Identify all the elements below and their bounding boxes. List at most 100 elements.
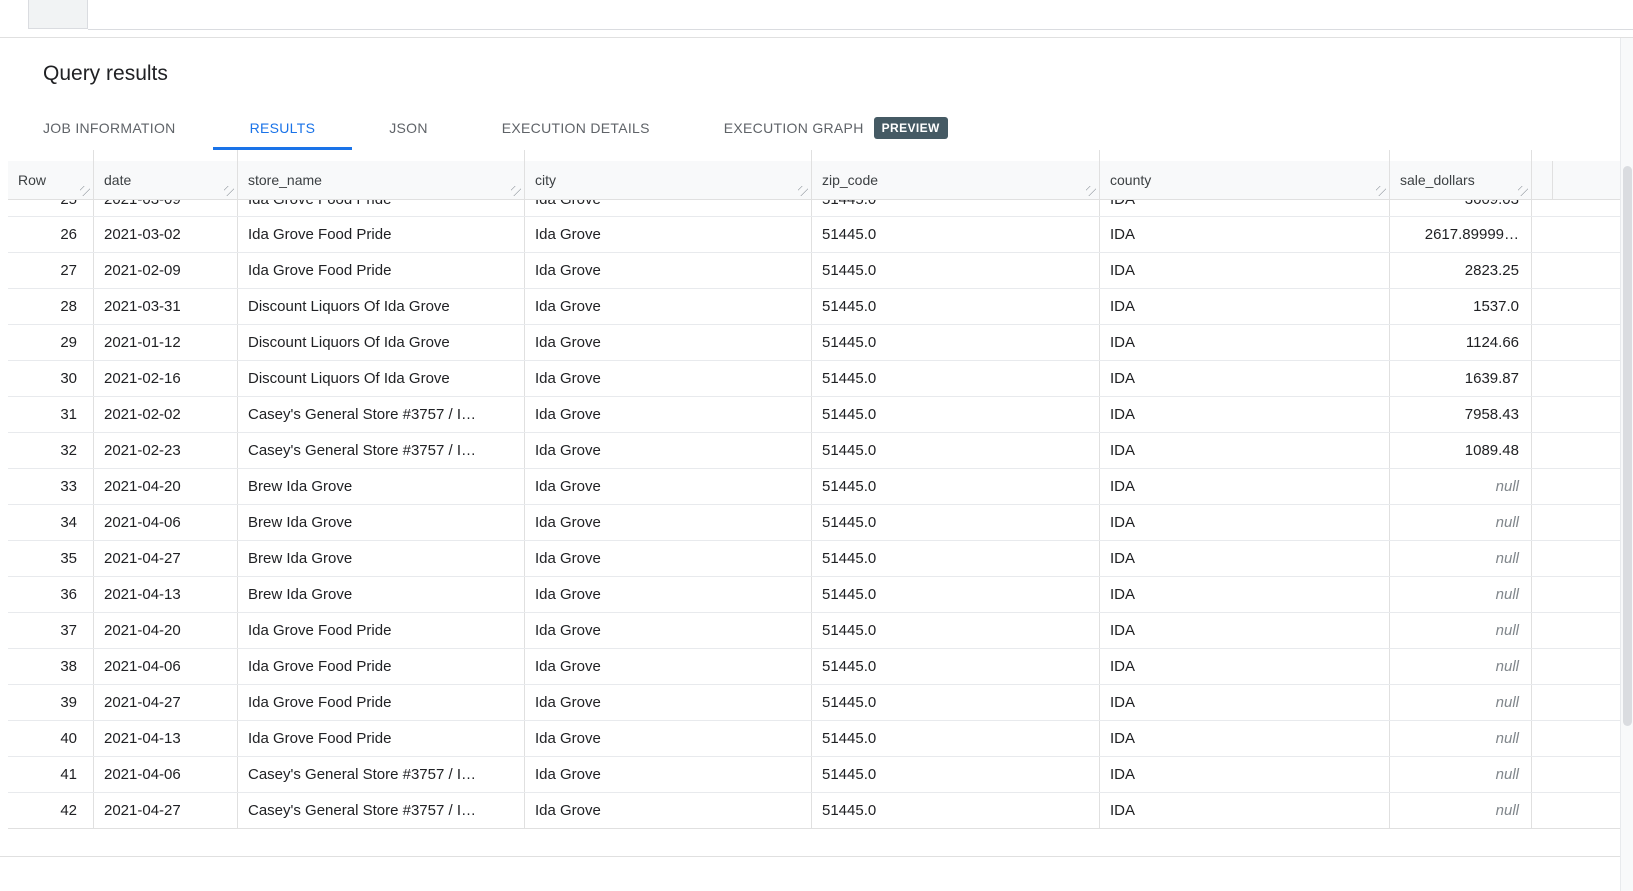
cell-date: 2021-04-27 xyxy=(94,793,238,828)
cell-date: 2021-04-13 xyxy=(94,721,238,756)
cell-row: 25 xyxy=(8,150,94,161)
editor-scrollbar-thumb[interactable] xyxy=(28,0,88,29)
cell-city: Ida Grove xyxy=(525,397,812,432)
cell-zip_code: 51445.0 xyxy=(812,685,1100,720)
cell-date: 2021-04-06 xyxy=(94,649,238,684)
table-header: Rowdatestore_namecityzip_codecountysale_… xyxy=(8,161,1633,200)
column-resize-handle-icon[interactable] xyxy=(1518,186,1528,196)
cell-date: 2021-03-31 xyxy=(94,289,238,324)
cell-row: 31 xyxy=(8,397,94,432)
cell-row: 28 xyxy=(8,289,94,324)
cell-sale_dollars: 1089.48 xyxy=(1390,433,1532,468)
column-resize-handle-icon[interactable] xyxy=(224,186,234,196)
tab-execution-details[interactable]: EXECUTION DETAILS xyxy=(465,108,687,150)
cell-city: Ida Grove xyxy=(525,469,812,504)
tab-results[interactable]: RESULTS xyxy=(213,108,353,150)
query-results-panel: Query results JOB INFORMATIONRESULTSJSON… xyxy=(0,38,1633,829)
table-row: 422021-04-27Casey's General Store #3757 … xyxy=(8,793,1633,829)
column-header-label: county xyxy=(1110,172,1151,188)
cell-date: 2021-04-06 xyxy=(94,757,238,792)
cell-county: IDA xyxy=(1100,325,1390,360)
column-header-label: zip_code xyxy=(822,172,878,188)
table-row: 252021-03-09Ida Grove Food PrideIda Grov… xyxy=(8,150,1633,161)
column-resize-handle-icon[interactable] xyxy=(80,186,90,196)
cell-zip_code: 51445.0 xyxy=(812,721,1100,756)
column-resize-handle-icon[interactable] xyxy=(1086,186,1096,196)
cell-county: IDA xyxy=(1100,721,1390,756)
results-table: 252021-03-09 Ida Grove Food Pride Ida Grov… xyxy=(8,150,1633,829)
cell-store_name: Discount Liquors Of Ida Grove xyxy=(238,325,525,360)
cell-county: IDA xyxy=(1100,757,1390,792)
tab-execution-graph[interactable]: EXECUTION GRAPHPREVIEW xyxy=(687,108,985,150)
cell-county: IDA xyxy=(1100,685,1390,720)
column-header-zip_code: zip_code xyxy=(812,161,1100,199)
column-header-stub xyxy=(1532,161,1553,199)
cell-sale_dollars: null xyxy=(1390,793,1532,828)
cell-row: 42 xyxy=(8,793,94,828)
cell-date: 2021-04-27 xyxy=(94,685,238,720)
cell-zip_code: 51445.0 xyxy=(812,361,1100,396)
table-row: 342021-04-06Brew Ida GroveIda Grove51445… xyxy=(8,505,1633,541)
cell-city: Ida Grove xyxy=(525,361,812,396)
cell-date: 2021-02-16 xyxy=(94,361,238,396)
cell-county: IDA xyxy=(1100,397,1390,432)
cell-city: Ida Grove xyxy=(525,289,812,324)
table-row: 382021-04-06Ida Grove Food PrideIda Grov… xyxy=(8,649,1633,685)
column-resize-handle-icon[interactable] xyxy=(511,186,521,196)
column-header-date: date xyxy=(94,161,238,199)
column-resize-handle-icon[interactable] xyxy=(798,186,808,196)
table-row: 312021-02-02Casey's General Store #3757 … xyxy=(8,397,1633,433)
cell-city: Ida Grove xyxy=(525,253,812,288)
cell-zip_code: 51445.0 xyxy=(812,433,1100,468)
column-resize-handle-icon[interactable] xyxy=(1376,186,1386,196)
table-body: 262021-03-02Ida Grove Food PrideIda Grov… xyxy=(8,217,1633,829)
cell-row: 26 xyxy=(8,217,94,252)
cell-store_name: Brew Ida Grove xyxy=(238,577,525,612)
cell-store_name: Ida Grove Food Pride xyxy=(238,200,525,217)
cell-city: Ida Grove xyxy=(525,541,812,576)
tab-json[interactable]: JSON xyxy=(352,108,465,150)
cell-store_name: Casey's General Store #3757 / I… xyxy=(238,397,525,432)
cell-zip_code: 51445.0 xyxy=(812,217,1100,252)
cell-zip_code: 51445.0 xyxy=(812,253,1100,288)
cell-row: 34 xyxy=(8,505,94,540)
scrollbar-thumb[interactable] xyxy=(1623,166,1632,726)
cell-store_name: Ida Grove Food Pride xyxy=(238,685,525,720)
cell-store_name: Brew Ida Grove xyxy=(238,541,525,576)
table-row: 392021-04-27Ida Grove Food PrideIda Grov… xyxy=(8,685,1633,721)
cell-county: IDA xyxy=(1100,289,1390,324)
cell-sale_dollars: 3609.03 xyxy=(1390,150,1532,161)
cell-store_name: Discount Liquors Of Ida Grove xyxy=(238,289,525,324)
cell-zip_code: 51445.0 xyxy=(812,325,1100,360)
column-header-label: city xyxy=(535,172,556,188)
cell-date: 2021-04-27 xyxy=(94,541,238,576)
table-row: 262021-03-02Ida Grove Food PrideIda Grov… xyxy=(8,217,1633,253)
cell-row: 36 xyxy=(8,577,94,612)
cell-sale_dollars: 1124.66 xyxy=(1390,325,1532,360)
preview-badge: PREVIEW xyxy=(874,117,948,139)
page-title: Query results xyxy=(43,60,1633,88)
cell-sale_dollars: null xyxy=(1390,541,1532,576)
panel-bottom-divider xyxy=(0,856,1620,857)
cell-zip_code: 51445.0 xyxy=(812,793,1100,828)
cell-city: Ida Grove xyxy=(525,793,812,828)
cell-city: Ida Grove xyxy=(525,757,812,792)
cell-sale_dollars: 7958.43 xyxy=(1390,397,1532,432)
cell-city: Ida Grove xyxy=(525,433,812,468)
tab-job-information[interactable]: JOB INFORMATION xyxy=(6,108,213,150)
header-row: Rowdatestore_namecityzip_codecountysale_… xyxy=(8,161,1633,199)
cell-zip_code: 51445.0 xyxy=(812,541,1100,576)
cell-row: 37 xyxy=(8,613,94,648)
vertical-scrollbar[interactable] xyxy=(1620,38,1633,891)
cell-date: 2021-03-09 xyxy=(94,150,238,161)
cell-row: 35 xyxy=(8,541,94,576)
cell-store_name: Brew Ida Grove xyxy=(238,505,525,540)
cell-zip_code: 51445.0 xyxy=(812,150,1100,161)
cell-city: Ida Grove xyxy=(525,505,812,540)
cell-sale_dollars: 2823.25 xyxy=(1390,253,1532,288)
cell-store_name: Brew Ida Grove xyxy=(238,469,525,504)
cell-row: 30 xyxy=(8,361,94,396)
table-row: 322021-02-23Casey's General Store #3757 … xyxy=(8,433,1633,469)
cell-date: 2021-04-20 xyxy=(94,469,238,504)
table-row: 272021-02-09Ida Grove Food PrideIda Grov… xyxy=(8,253,1633,289)
